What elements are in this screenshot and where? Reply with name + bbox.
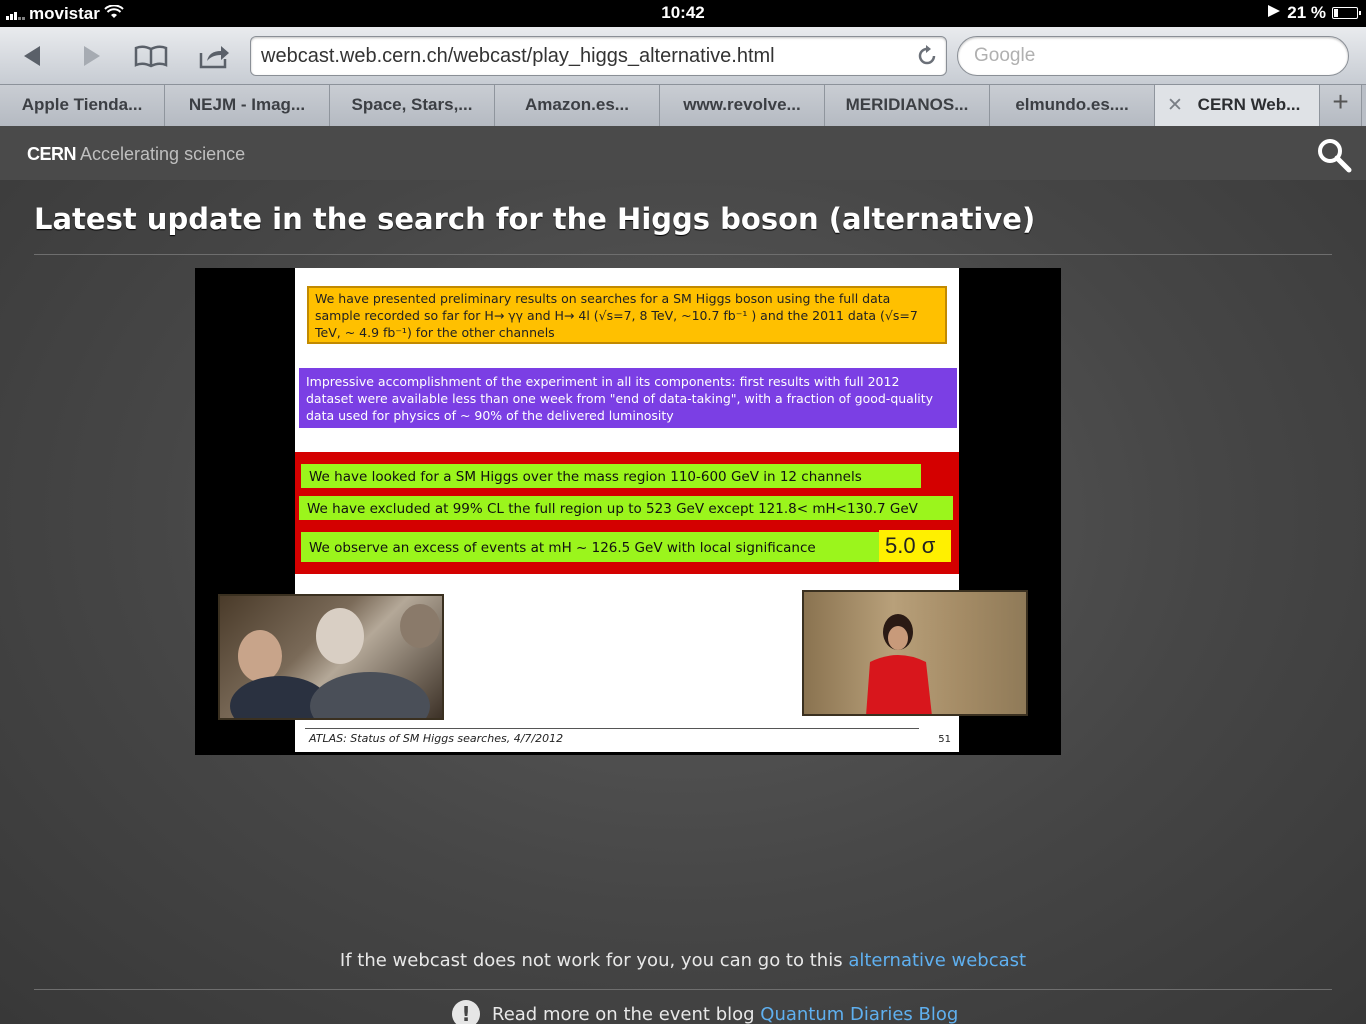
url-text: webcast.web.cern.ch/webcast/play_higgs_a… bbox=[261, 45, 775, 67]
forward-icon bbox=[84, 46, 100, 66]
webcast-video[interactable]: We have presented preliminary results on… bbox=[195, 268, 1061, 755]
reload-button[interactable] bbox=[916, 45, 938, 73]
site-search-button[interactable] bbox=[1316, 137, 1352, 178]
cern-logo[interactable]: CERN Accelerating science bbox=[27, 144, 245, 165]
brand-tagline: Accelerating science bbox=[80, 144, 246, 164]
blog-text: Read more on the event blog bbox=[492, 1003, 755, 1024]
close-tab-icon[interactable]: ✕ bbox=[1167, 94, 1183, 117]
tab-label: www.revolve... bbox=[683, 95, 801, 114]
plus-icon: + bbox=[1332, 86, 1349, 117]
tab-space[interactable]: Space, Stars,... bbox=[330, 85, 495, 126]
slide-result-2: We have excluded at 99% CL the full regi… bbox=[299, 496, 953, 520]
site-header: CERN Accelerating science bbox=[0, 126, 1366, 180]
back-icon bbox=[24, 46, 40, 66]
slide-page-number: 51 bbox=[938, 734, 951, 745]
speaker-camera-inset bbox=[802, 590, 1028, 716]
battery-percent: 21 % bbox=[1287, 3, 1326, 22]
info-icon: ! bbox=[452, 1000, 480, 1024]
page-title: Latest update in the search for the Higg… bbox=[34, 202, 1036, 236]
blog-note: ! Read more on the event blog Quantum Di… bbox=[452, 1000, 958, 1024]
slide-summary-box: We have presented preliminary results on… bbox=[307, 286, 947, 344]
search-icon bbox=[1318, 139, 1352, 173]
slide-result-1: We have looked for a SM Higgs over the m… bbox=[301, 464, 921, 488]
tab-elmundo[interactable]: elmundo.es.... bbox=[990, 85, 1155, 126]
divider bbox=[34, 254, 1332, 255]
share-icon bbox=[199, 46, 229, 69]
bookmarks-button[interactable] bbox=[133, 39, 169, 73]
share-button[interactable] bbox=[196, 39, 232, 73]
main-content: Latest update in the search for the Higg… bbox=[0, 180, 1366, 1024]
alternative-note: If the webcast does not work for you, yo… bbox=[0, 950, 1366, 971]
search-field[interactable]: Google bbox=[957, 36, 1349, 76]
bookmarks-icon bbox=[134, 45, 168, 68]
significance-value: 5.0 σ bbox=[879, 530, 951, 562]
tab-label: CERN Web... bbox=[1197, 95, 1301, 114]
new-tab-button[interactable]: + bbox=[1320, 85, 1362, 126]
alternative-webcast-link[interactable]: alternative webcast bbox=[848, 950, 1026, 971]
slide-result-3: We observe an excess of events at mH ~ 1… bbox=[301, 532, 879, 562]
note-text: If the webcast does not work for you, yo… bbox=[339, 950, 843, 971]
battery-fill bbox=[1334, 9, 1338, 17]
slide-footer: ATLAS: Status of SM Higgs searches, 4/7/… bbox=[309, 732, 564, 745]
battery-icon bbox=[1332, 7, 1361, 19]
slide-footer-line bbox=[305, 728, 919, 729]
browser-toolbar: webcast.web.cern.ch/webcast/play_higgs_a… bbox=[0, 27, 1366, 85]
clock: 10:42 bbox=[661, 3, 705, 22]
tab-amazon[interactable]: Amazon.es... bbox=[495, 85, 660, 126]
tab-label: NEJM - Imag... bbox=[188, 95, 306, 114]
tab-nejm[interactable]: NEJM - Imag... bbox=[165, 85, 330, 126]
slide-accomplishment-box: Impressive accomplishment of the experim… bbox=[299, 368, 957, 428]
address-bar[interactable]: webcast.web.cern.ch/webcast/play_higgs_a… bbox=[250, 36, 947, 76]
tab-apple[interactable]: Apple Tienda... bbox=[0, 85, 165, 126]
location-icon bbox=[1267, 3, 1281, 23]
status-bar: movistar 10:42 21 % bbox=[0, 0, 1366, 27]
tab-bar: Apple Tienda... NEJM - Imag... Space, St… bbox=[0, 85, 1366, 126]
audience-camera-inset bbox=[218, 594, 444, 720]
search-placeholder: Google bbox=[974, 45, 1036, 66]
forward-button[interactable] bbox=[74, 39, 110, 73]
tab-label: MERIDIANOS... bbox=[845, 95, 969, 114]
divider bbox=[34, 989, 1332, 990]
tab-label: elmundo.es.... bbox=[1015, 95, 1129, 114]
tab-meridianos[interactable]: MERIDIANOS... bbox=[825, 85, 990, 126]
quantum-diaries-link[interactable]: Quantum Diaries Blog bbox=[760, 1004, 958, 1024]
reload-icon bbox=[918, 45, 936, 65]
tab-revolve[interactable]: www.revolve... bbox=[660, 85, 825, 126]
brand-name: CERN bbox=[27, 144, 77, 164]
tab-label: Space, Stars,... bbox=[351, 95, 473, 114]
tab-label: Apple Tienda... bbox=[21, 95, 143, 114]
slide-results-band: We have looked for a SM Higgs over the m… bbox=[295, 452, 959, 574]
back-button[interactable] bbox=[14, 39, 50, 73]
tab-cern[interactable]: ✕ CERN Web... bbox=[1155, 85, 1320, 126]
tab-label: Amazon.es... bbox=[525, 95, 629, 114]
